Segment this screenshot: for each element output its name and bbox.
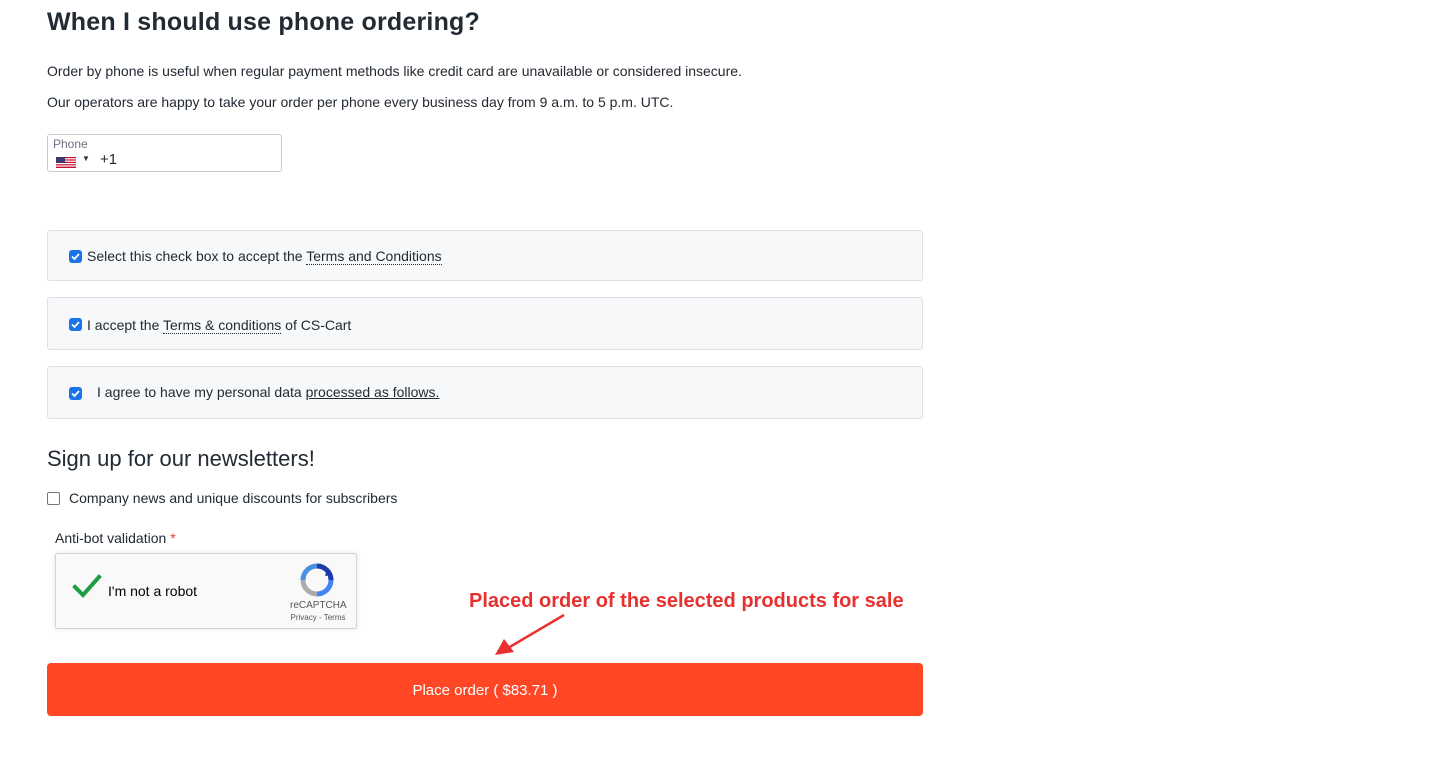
section-title: When I should use phone ordering? (47, 8, 480, 36)
agreement-suffix: of CS-Cart (281, 317, 352, 333)
recaptcha-privacy-terms[interactable]: Privacy - Terms (286, 613, 350, 622)
cscart-terms-text: I accept the Terms & conditions of CS-Ca… (87, 317, 352, 334)
cscart-terms-link[interactable]: Terms & conditions (163, 317, 282, 334)
newsletter-checkbox[interactable] (47, 492, 60, 505)
required-mark: * (170, 530, 176, 546)
recaptcha-brand: reCAPTCHA (290, 600, 347, 611)
phone-order-info: Order by phone is useful when regular pa… (47, 63, 742, 79)
terms-agreement-text: Select this check box to accept the Term… (87, 248, 442, 265)
agreement-prefix: I agree to have my personal data (97, 384, 306, 400)
personal-data-link[interactable]: processed as follows. (306, 384, 440, 400)
terms-link[interactable]: Terms and Conditions (306, 248, 442, 265)
place-order-button[interactable]: Place order ( $83.71 ) (47, 663, 923, 716)
annotation-arrow-icon (490, 612, 570, 663)
terms-checkbox[interactable] (69, 250, 82, 263)
antibot-label-text: Anti-bot validation (55, 530, 167, 546)
terms-agreement-box: Select this check box to accept the Term… (47, 230, 923, 281)
cscart-terms-box: I accept the Terms & conditions of CS-Ca… (47, 297, 923, 350)
phone-field[interactable]: Phone ▼ +1 (47, 134, 282, 172)
phone-label: Phone (53, 137, 88, 151)
checkmark-icon[interactable] (72, 574, 102, 605)
country-dropdown-icon[interactable]: ▼ (82, 154, 90, 163)
annotation-text: Placed order of the selected products fo… (469, 590, 904, 612)
agreement-prefix: I accept the (87, 317, 164, 333)
personal-data-box: I agree to have my personal data process… (47, 366, 923, 419)
operator-hours-info: Our operators are happy to take your ord… (47, 94, 674, 110)
newsletter-option-label[interactable]: Company news and unique discounts for su… (69, 490, 397, 506)
phone-input[interactable]: +1 (100, 151, 117, 168)
checkout-page: When I should use phone ordering? Order … (0, 0, 1434, 766)
cscart-terms-checkbox[interactable] (69, 318, 82, 331)
personal-data-text: I agree to have my personal data process… (97, 384, 439, 400)
us-flag-icon[interactable] (56, 155, 76, 168)
agreement-prefix: Select this check box to accept the (87, 248, 307, 264)
newsletter-title: Sign up for our newsletters! (47, 446, 315, 471)
recaptcha-widget[interactable]: I'm not a robot reCAPTCHA Privacy - Term… (55, 553, 357, 629)
recaptcha-logo-icon (300, 563, 334, 602)
antibot-label: Anti-bot validation * (55, 530, 176, 546)
recaptcha-label: I'm not a robot (108, 583, 198, 599)
personal-data-checkbox[interactable] (69, 387, 82, 400)
